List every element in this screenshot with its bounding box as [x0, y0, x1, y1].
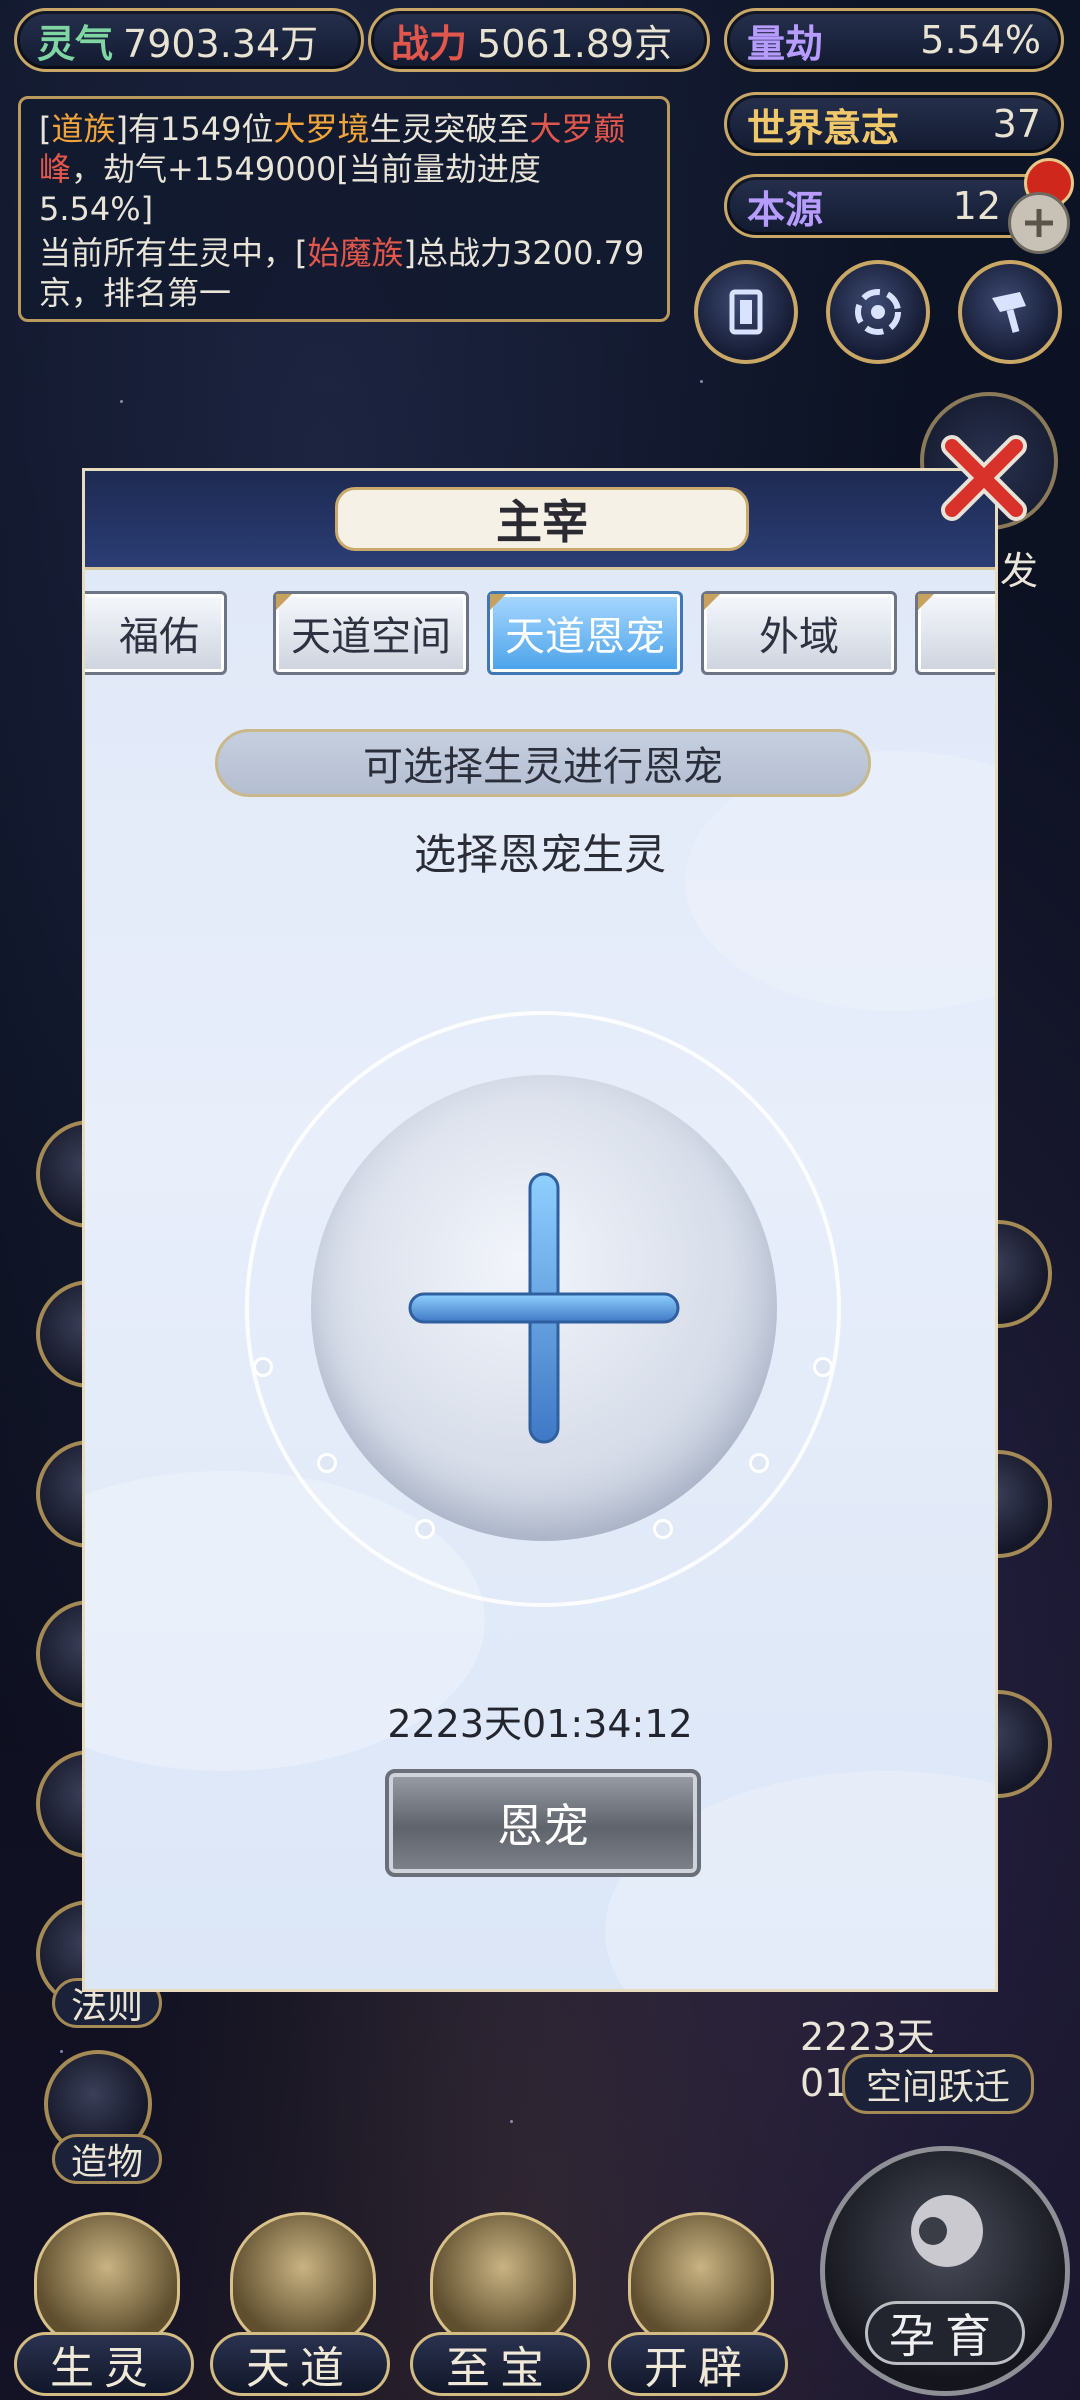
top-clan-name: 始魔族 — [307, 234, 404, 272]
event-message-line-1: [道族]有1549位大罗境生灵突破至大罗巅峰，劫气+1549000[当前量劫进度… — [39, 110, 626, 228]
dialog-title: 主宰 — [335, 487, 749, 551]
zhanli-value: 5061.89京 — [477, 21, 673, 66]
kaipi-emblem-icon — [628, 2212, 774, 2348]
world-will-value: 37 — [992, 102, 1041, 146]
ring-dot — [813, 1357, 833, 1377]
breed-button[interactable]: 孕育 — [820, 2146, 1070, 2396]
vortex-icon — [855, 289, 901, 335]
benyuan-value: 12 — [952, 184, 1001, 228]
create-label[interactable]: 造物 — [52, 2134, 162, 2184]
tab-bar: 福佑 天道空间 天道恩宠 外域 ... — [85, 591, 995, 681]
ring-dot — [749, 1453, 769, 1473]
world-will-label: 世界意志 — [747, 105, 900, 150]
tiandao-emblem-icon — [230, 2212, 376, 2348]
nav-shengling[interactable]: 生灵 — [14, 2212, 194, 2400]
lingqi-value: 7903.34万 — [123, 21, 319, 66]
liangjie-value: 5.54% — [920, 18, 1041, 62]
nav-kaipi[interactable]: 开辟 — [608, 2212, 788, 2400]
tool-button[interactable] — [958, 260, 1062, 364]
clan-name: 道族 — [51, 110, 116, 148]
book-icon — [729, 289, 763, 335]
event-message-panel: [道族]有1549位大罗境生灵突破至大罗巅峰，劫气+1549000[当前量劫进度… — [18, 96, 670, 322]
benyuan-label: 本源 — [747, 187, 824, 232]
space-jump-button[interactable]: 空间跃迁 — [842, 2054, 1034, 2114]
favor-timer: 2223天01:34:12 — [387, 1702, 693, 1746]
tab-outer-realm[interactable]: 外域 — [701, 591, 897, 675]
master-dialog: 主宰 福佑 天道空间 天道恩宠 外域 ... 可选择生灵进行恩宠 选择恩宠生灵 … — [82, 468, 998, 1992]
event-message-line-2: 当前所有生灵中，[始魔族]总战力3200.79京，排名第一 — [39, 234, 645, 312]
nav-zhibao[interactable]: 至宝 — [410, 2212, 590, 2400]
close-button[interactable] — [938, 432, 1030, 524]
breed-label: 孕育 — [865, 2301, 1025, 2365]
liangjie-bar[interactable]: 量劫 5.54% — [724, 8, 1064, 72]
zhanli-bar[interactable]: 战力 5061.89京 — [368, 8, 710, 72]
nav-zhibao-label: 至宝 — [410, 2332, 590, 2396]
lingqi-label: 灵气 — [37, 21, 114, 66]
zhanli-label: 战力 — [391, 21, 468, 66]
tab-more[interactable]: ... — [915, 591, 995, 675]
select-creature-slot[interactable] — [311, 1075, 777, 1541]
behind-right-label: 发 — [1000, 549, 1039, 593]
hammer-icon — [992, 292, 1026, 333]
nav-tiandao-label: 天道 — [210, 2332, 390, 2396]
nav-kaipi-label: 开辟 — [608, 2332, 788, 2396]
book-button[interactable] — [694, 260, 798, 364]
realm-name: 大罗境 — [273, 110, 370, 148]
ring-dot — [253, 1357, 273, 1377]
embryo-icon — [911, 2195, 983, 2267]
add-plus-icon — [408, 1172, 680, 1444]
plus-icon — [1025, 209, 1053, 237]
nav-shengling-label: 生灵 — [14, 2332, 194, 2396]
lingqi-bar[interactable]: 灵气 7903.34万 — [14, 8, 364, 72]
zhibao-emblem-icon — [430, 2212, 576, 2348]
vortex-button[interactable] — [826, 260, 930, 364]
tab-fuyou[interactable]: 福佑 — [85, 591, 227, 675]
ring-dot — [653, 1519, 673, 1539]
tab-tiandao-favor[interactable]: 天道恩宠 — [487, 591, 683, 675]
grant-favor-button[interactable]: 恩宠 — [385, 1769, 701, 1877]
close-icon — [941, 435, 1027, 521]
tab-tiandao-space[interactable]: 天道空间 — [273, 591, 469, 675]
shengling-emblem-icon — [34, 2212, 180, 2348]
add-benyuan-button[interactable] — [1008, 192, 1070, 254]
world-will-bar[interactable]: 世界意志 37 — [724, 92, 1064, 156]
liangjie-label: 量劫 — [747, 21, 824, 66]
select-creature-label: 选择恩宠生灵 — [413, 830, 666, 879]
favor-hint: 可选择生灵进行恩宠 — [215, 729, 871, 797]
ring-dot — [317, 1453, 337, 1473]
ring-dot — [415, 1519, 435, 1539]
nav-tiandao[interactable]: 天道 — [210, 2212, 390, 2400]
